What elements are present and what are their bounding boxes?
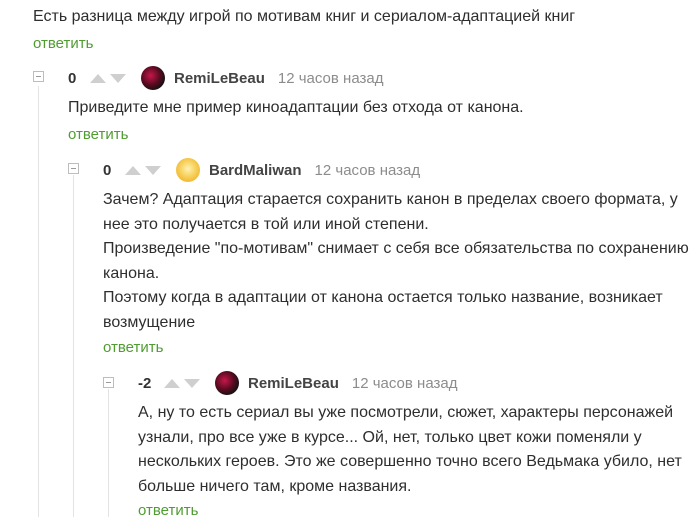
thread-line[interactable] (73, 175, 74, 517)
reply-link[interactable]: ответить (33, 35, 93, 52)
author-name[interactable]: RemiLeBeau (248, 375, 339, 392)
avatar[interactable] (215, 371, 239, 395)
parent-comment-text: Есть разница между игрой по мотивам книг… (33, 8, 576, 25)
rating-value: 0 (68, 69, 77, 87)
collapse-toggle[interactable] (68, 163, 79, 174)
avatar[interactable] (141, 66, 165, 90)
rating-value: 0 (103, 161, 112, 179)
comment-time[interactable]: 12 часов назад (315, 162, 421, 179)
avatar[interactable] (176, 158, 200, 182)
comment-paragraph: Приведите мне пример киноадаптации без о… (68, 99, 524, 116)
thread-line[interactable] (38, 86, 39, 517)
reply-link[interactable]: ответить (68, 126, 128, 143)
comment-paragraph: Зачем? Адаптация старается сохранить кан… (103, 191, 678, 233)
upvote-icon[interactable] (164, 378, 180, 388)
comment-time[interactable]: 12 часов назад (352, 375, 458, 392)
rating-value: -2 (138, 374, 152, 392)
upvote-icon[interactable] (90, 73, 106, 83)
comment-time[interactable]: 12 часов назад (278, 70, 384, 87)
comment-paragraph: Произведение "по-мотивам" снимает с себя… (103, 240, 689, 282)
comment-body: А, ну то есть сериал вы уже посмотрели, … (138, 401, 686, 499)
author-name[interactable]: RemiLeBeau (174, 70, 265, 87)
comment-body: Зачем? Адаптация старается сохранить кан… (103, 188, 695, 335)
author-name[interactable]: BardMaliwan (209, 162, 302, 179)
downvote-icon[interactable] (110, 73, 126, 83)
upvote-icon[interactable] (125, 165, 141, 175)
collapse-toggle[interactable] (103, 377, 114, 388)
comment-paragraph: А, ну то есть сериал вы уже посмотрели, … (138, 404, 682, 495)
comment-header: 0 RemiLeBeau 12 часов назад (68, 65, 383, 91)
reply-link[interactable]: ответить (138, 502, 198, 519)
comment-body: Приведите мне пример киноадаптации без о… (68, 96, 668, 121)
comment-paragraph: Поэтому когда в адаптации от канона оста… (103, 289, 663, 331)
thread-line[interactable] (108, 389, 109, 517)
comment-header: -2 RemiLeBeau 12 часов назад (138, 370, 457, 396)
downvote-icon[interactable] (184, 378, 200, 388)
comment-header: 0 BardMaliwan 12 часов назад (103, 157, 420, 183)
reply-link[interactable]: ответить (103, 339, 163, 356)
downvote-icon[interactable] (145, 165, 161, 175)
collapse-toggle[interactable] (33, 71, 44, 82)
